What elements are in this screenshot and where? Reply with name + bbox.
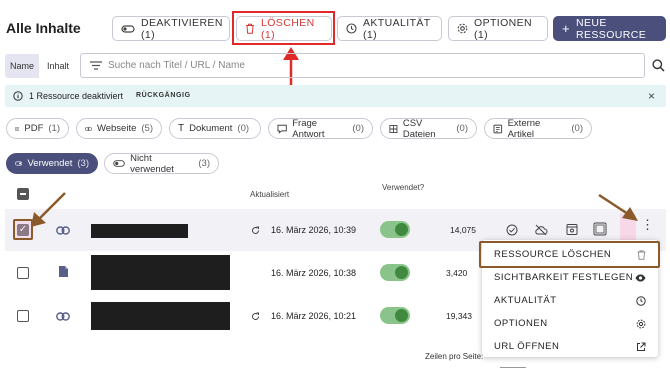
col-updated-header[interactable]: Aktualisiert <box>250 190 289 199</box>
pdf-icon <box>15 126 20 131</box>
table-icon <box>389 124 398 133</box>
eye-icon <box>635 274 646 281</box>
plus-icon: + <box>562 21 570 36</box>
filter-unused-label: Nicht verwendet <box>130 152 174 175</box>
window-icon[interactable] <box>566 223 578 236</box>
filter-chip-document[interactable]: T Dokument (0) <box>169 118 261 139</box>
highlight-box-delete <box>232 11 335 45</box>
search-input[interactable]: Suche nach Titel / URL / Name <box>80 53 645 78</box>
row-date: 16. März 2026, 10:38 <box>271 268 357 278</box>
filter-lines-icon <box>90 61 102 70</box>
filter-chip-pdf[interactable]: PDF (1) <box>6 118 69 139</box>
chat-icon <box>277 124 287 134</box>
menu-item-label: OPTIONEN <box>494 318 548 329</box>
filter-unused-count: (3) <box>198 158 210 169</box>
options-label: OPTIONEN (1) <box>474 16 533 41</box>
menu-item-actuality[interactable]: AKTUALITÄT <box>482 289 658 312</box>
highlight-box-checkbox <box>13 219 33 240</box>
new-resource-button[interactable]: + NEUE RESSOURCE <box>553 16 666 41</box>
deactivate-button[interactable]: DEAKTIVIEREN (1) <box>112 16 230 41</box>
filter-count: (1) <box>48 123 60 134</box>
menu-item-label: SICHTBARKEIT FESTLEGEN <box>494 272 634 283</box>
used-toggle[interactable] <box>380 221 410 238</box>
gear-icon <box>636 319 646 328</box>
col-used-header[interactable]: Verwendet? <box>382 183 424 192</box>
row-checkbox[interactable] <box>17 310 29 322</box>
filter-count: (5) <box>141 123 153 134</box>
search-icon[interactable] <box>652 59 665 72</box>
row-date: 16. März 2026, 10:39 <box>271 225 357 235</box>
check-circle-icon[interactable] <box>506 224 518 236</box>
annotation-arrow-more <box>598 193 638 221</box>
filter-chip-website[interactable]: Webseite (5) <box>76 118 162 139</box>
clock-icon <box>346 23 357 34</box>
search-tab-name[interactable]: Name <box>5 54 39 78</box>
row-count: 19,343 <box>446 311 472 321</box>
used-toggle[interactable] <box>380 264 410 281</box>
refresh-icon[interactable] <box>251 312 260 321</box>
row-checkbox[interactable] <box>17 267 29 279</box>
filter-count: (0) <box>237 123 250 134</box>
undo-button[interactable]: RÜCKGÄNGIG <box>136 92 191 99</box>
filter-count: (0) <box>571 123 583 134</box>
menu-item-open-url[interactable]: URL ÖFFNEN <box>482 335 658 358</box>
rows-per-page-label: Zeilen pro Seite: <box>425 352 484 361</box>
filter-chip-external[interactable]: Externe Artikel (0) <box>484 117 592 140</box>
filter-count: (0) <box>352 123 364 134</box>
used-toggle[interactable] <box>380 307 410 324</box>
filter-chip-qa[interactable]: Frage Antwort (0) <box>268 117 373 140</box>
filter-chip-csv[interactable]: CSV Dateien (0) <box>380 117 477 140</box>
close-icon[interactable]: × <box>648 89 655 103</box>
search-placeholder: Suche nach Titel / URL / Name <box>108 60 245 71</box>
deactivate-label: DEAKTIVIEREN (1) <box>141 16 223 41</box>
menu-item-options[interactable]: OPTIONEN <box>482 312 658 335</box>
toggle-off-icon <box>121 24 135 33</box>
redacted-title <box>91 302 230 330</box>
redacted-title <box>91 224 188 238</box>
menu-item-set-visibility[interactable]: SICHTBARKEIT FESTLEGEN <box>482 266 658 289</box>
article-icon <box>493 124 503 133</box>
filter-label: PDF <box>24 123 44 134</box>
clock-icon <box>636 295 646 306</box>
actuality-label: AKTUALITÄT (1) <box>363 16 431 41</box>
page-title: Alle Inhalte <box>6 20 81 36</box>
filter-used-label: Verwendet <box>27 158 73 169</box>
options-button[interactable]: OPTIONEN (1) <box>448 16 548 41</box>
external-link-icon <box>637 342 646 351</box>
filter-unused[interactable]: Nicht verwendet (3) <box>104 152 219 175</box>
link-icon <box>85 126 92 131</box>
new-resource-label: NEUE RESSOURCE <box>576 16 647 41</box>
row-count: 3,420 <box>446 268 468 278</box>
menu-item-label: URL ÖFFNEN <box>494 341 560 352</box>
actuality-button[interactable]: AKTUALITÄT (1) <box>337 16 442 41</box>
rows-per-page-select[interactable] <box>500 367 526 368</box>
filter-used-count: (3) <box>77 158 89 169</box>
filter-count: (0) <box>456 123 468 134</box>
highlight-box-delete-resource <box>479 241 660 268</box>
link-icon <box>56 312 70 321</box>
filter-label: Dokument <box>189 123 233 134</box>
row-date: 16. März 2026, 10:21 <box>271 311 357 321</box>
toggle-off-icon <box>113 160 125 167</box>
badge-icon[interactable] <box>593 222 607 236</box>
file-icon <box>59 266 68 277</box>
info-banner-text: 1 Ressource deaktiviert <box>29 91 124 101</box>
filter-label: Frage Antwort <box>292 117 325 140</box>
refresh-icon[interactable] <box>251 226 260 235</box>
cloud-off-icon[interactable] <box>534 224 548 236</box>
redacted-title <box>91 255 230 290</box>
search-tab-content[interactable]: Inhalt <box>41 54 75 78</box>
filter-used[interactable]: Verwendet (3) <box>6 153 98 174</box>
filter-label: Webseite <box>96 123 137 134</box>
gear-icon <box>457 23 468 34</box>
text-icon: T <box>178 123 185 134</box>
toggle-on-icon <box>15 161 23 166</box>
info-icon <box>13 91 23 101</box>
filter-label: Externe Artikel <box>507 117 541 140</box>
menu-item-label: AKTUALITÄT <box>494 295 557 306</box>
row-count: 14,075 <box>450 225 476 235</box>
filter-label: CSV Dateien <box>402 117 436 140</box>
